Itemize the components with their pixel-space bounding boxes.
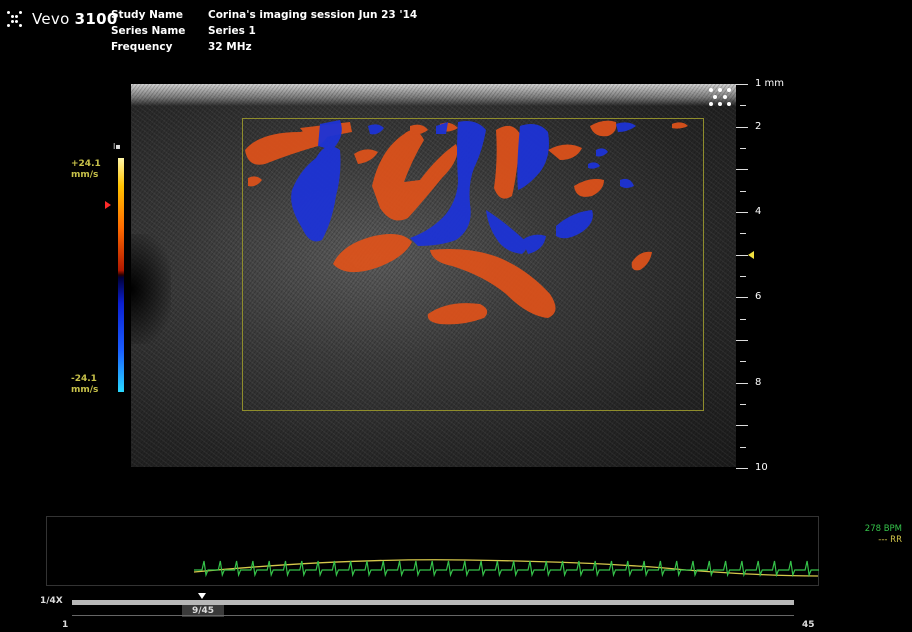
depth-tick bbox=[736, 126, 748, 128]
brand-name: Vevo bbox=[32, 10, 70, 28]
min-velocity-unit: mm/s bbox=[71, 385, 99, 395]
probe-orientation-icon bbox=[709, 88, 733, 110]
series-name-row: Series Name Series 1 bbox=[111, 23, 417, 39]
depth-tick bbox=[740, 233, 746, 235]
depth-tick bbox=[740, 190, 746, 192]
depth-label: 8 bbox=[755, 376, 762, 388]
physio-traces bbox=[193, 559, 819, 578]
baseline-pointer-icon[interactable] bbox=[105, 201, 111, 209]
depth-tick bbox=[736, 468, 748, 469]
playback-speed[interactable]: 1/4X bbox=[40, 596, 63, 606]
color-box-roi[interactable] bbox=[242, 118, 704, 411]
vevo-logo: Vevo 3100 bbox=[6, 10, 118, 28]
depth-tick bbox=[740, 105, 746, 107]
study-name-row: Study Name Corina's imaging session Jun … bbox=[111, 7, 417, 23]
cine-range-line bbox=[72, 615, 794, 616]
depth-label: 2 bbox=[755, 120, 762, 132]
study-name-value: Corina's imaging session Jun 23 '14 bbox=[208, 9, 418, 21]
depth-tick bbox=[740, 276, 746, 277]
respiration-readout: --- RR bbox=[878, 535, 902, 545]
depth-label: 10 bbox=[755, 462, 768, 473]
depth-label: 1 mm bbox=[755, 78, 785, 89]
min-velocity-value: -24.1 bbox=[71, 374, 97, 384]
depth-tick bbox=[736, 297, 748, 299]
depth-tick bbox=[736, 382, 748, 384]
frequency-value: 32 MHz bbox=[208, 41, 252, 53]
cine-scrubber[interactable] bbox=[72, 600, 794, 605]
depth-tick bbox=[740, 148, 746, 149]
depth-tick bbox=[736, 340, 748, 341]
max-velocity-value: +24.1 bbox=[71, 159, 101, 169]
max-velocity-label: +24.1 mm/s bbox=[71, 159, 101, 181]
cine-end-label: 45 bbox=[802, 620, 815, 630]
color-velocity-bar bbox=[118, 158, 124, 392]
min-velocity-label: -24.1 mm/s bbox=[71, 374, 98, 396]
depth-tick bbox=[736, 169, 748, 171]
image-shadow bbox=[131, 234, 171, 344]
depth-tick bbox=[740, 361, 746, 363]
cine-start-label: 1 bbox=[62, 620, 69, 630]
frequency-row: Frequency 32 MHz bbox=[111, 39, 417, 55]
product-name: Vevo 3100 bbox=[32, 10, 118, 28]
max-velocity-unit: mm/s bbox=[71, 170, 99, 180]
depth-tick bbox=[740, 446, 746, 448]
color-scale-marker: I▪ bbox=[113, 142, 121, 151]
depth-tick bbox=[736, 254, 748, 256]
depth-tick bbox=[736, 212, 748, 213]
cine-cursor-icon[interactable] bbox=[198, 593, 206, 599]
depth-label: 4 bbox=[755, 206, 762, 217]
depth-tick bbox=[736, 84, 748, 85]
study-name-label: Study Name bbox=[111, 9, 184, 21]
series-name-label: Series Name bbox=[111, 25, 186, 37]
visualsonics-logo-icon bbox=[6, 10, 24, 28]
frequency-label: Frequency bbox=[111, 41, 173, 53]
depth-tick bbox=[740, 318, 746, 320]
depth-tick bbox=[740, 404, 746, 405]
vevo-viewer: Vevo 3100 Study Name Corina's imaging se… bbox=[0, 0, 912, 632]
study-info: Study Name Corina's imaging session Jun … bbox=[111, 7, 417, 55]
focus-marker-icon[interactable] bbox=[748, 251, 754, 259]
depth-scale: 1 mm 2 4 6 8 10 bbox=[736, 78, 796, 474]
series-name-value: Series 1 bbox=[208, 25, 256, 37]
depth-label: 6 bbox=[755, 291, 762, 303]
depth-tick bbox=[736, 425, 748, 427]
heart-rate-readout: 278 BPM bbox=[864, 524, 902, 534]
